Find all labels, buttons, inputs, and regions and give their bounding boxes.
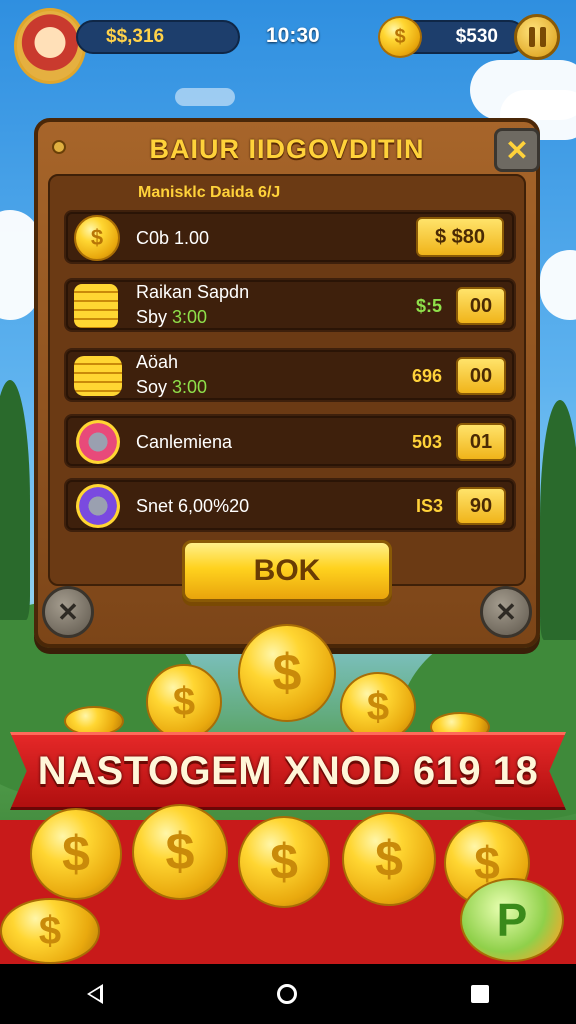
dialog-subtitle: Manisklc Daida 6/J [138,184,281,201]
gold-coin-icon: $ [132,804,228,900]
gold-coin-icon: $ [74,215,120,261]
gold-coin-icon: $ [0,898,100,964]
coin-stack-icon [74,356,122,396]
ok-button-label: BOK [253,554,321,587]
item-amount: IS3 [416,496,444,516]
cloud [175,88,235,106]
player-avatar[interactable] [14,8,86,84]
item-name: C0b 1.00 [136,228,210,248]
system-nav-bar [0,964,576,1024]
tool-badge-icon [76,484,120,528]
item-detail-label: Sby [136,307,173,327]
right-cancel-button[interactable]: ✕ [480,586,532,638]
wrench-badge-icon [76,420,120,464]
coin-value: $530 [455,26,498,47]
dialog-title: BAIUR IIDGOVDITIN [149,134,425,164]
buy-button-label: 00 [469,364,493,387]
money-value: $$,316 [106,26,165,47]
item-name: Raikan Sapdn [136,282,250,302]
gold-coin-icon: $ [238,624,336,722]
item-detail-value: 3:00 [172,307,208,327]
item-name: Snet 6,00%20 [136,496,250,516]
buy-button[interactable]: 01 [456,423,506,461]
ok-button[interactable]: BOK [182,540,392,602]
cloud [540,250,576,320]
item-detail: Soy 3:00 [136,377,207,398]
close-button[interactable]: ✕ [494,128,540,172]
item-detail: Sby 3:00 [136,307,207,328]
palm-tree [0,380,30,620]
gold-coin-icon: $ [30,808,122,900]
left-cancel-button[interactable]: ✕ [42,586,94,638]
shop-item[interactable]: $ C0b 1.00 $ $80 [64,210,516,264]
green-coin-icon: P [460,878,564,962]
banner-text: NASTOGEM XNOD 619 18 [37,748,539,793]
buy-button[interactable]: 90 [456,487,506,525]
money-counter: $$,316 [76,20,240,54]
shop-item[interactable]: Aöah Soy 3:00 696 00 [64,348,516,402]
buy-button[interactable]: 00 [456,287,506,325]
item-name: Canlemiena [136,432,233,452]
pause-button[interactable] [514,14,560,60]
item-name: Aöah [136,352,179,372]
coin-icon: $ [378,16,422,58]
shop-item[interactable]: Snet 6,00%20 IS3 90 [64,478,516,532]
coin-stack-icon [74,284,118,328]
buy-button-label: $ $80 [434,225,486,248]
shop-item[interactable]: Canlemiena 503 01 [64,414,516,468]
item-amount: $:5 [416,296,443,316]
gold-coin-icon: $ [146,664,222,740]
item-detail-label: Soy [136,377,173,397]
gold-coin-icon: $ [340,672,416,742]
home-icon[interactable] [277,984,297,1004]
clock: 10:30 [266,24,320,47]
gold-coin-icon: $ [238,816,330,908]
palm-tree [540,400,576,640]
back-icon[interactable] [87,984,103,1004]
gold-coin-icon: $ [342,812,436,906]
shop-item[interactable]: Raikan Sapdn Sby 3:00 $:5 00 [64,278,516,332]
item-amount: 696 [412,366,443,386]
gold-coin-icon [64,706,124,736]
item-amount: 503 [412,432,443,452]
buy-button-label: 90 [469,494,493,517]
buy-button[interactable]: 00 [456,357,506,395]
recent-apps-icon[interactable] [471,985,489,1003]
buy-button[interactable]: $ $80 [416,217,504,257]
reward-banner: NASTOGEM XNOD 619 18 [10,732,566,810]
item-detail-value: 3:00 [172,377,208,397]
buy-button-label: 00 [469,294,493,317]
buy-button-label: 01 [469,430,493,453]
